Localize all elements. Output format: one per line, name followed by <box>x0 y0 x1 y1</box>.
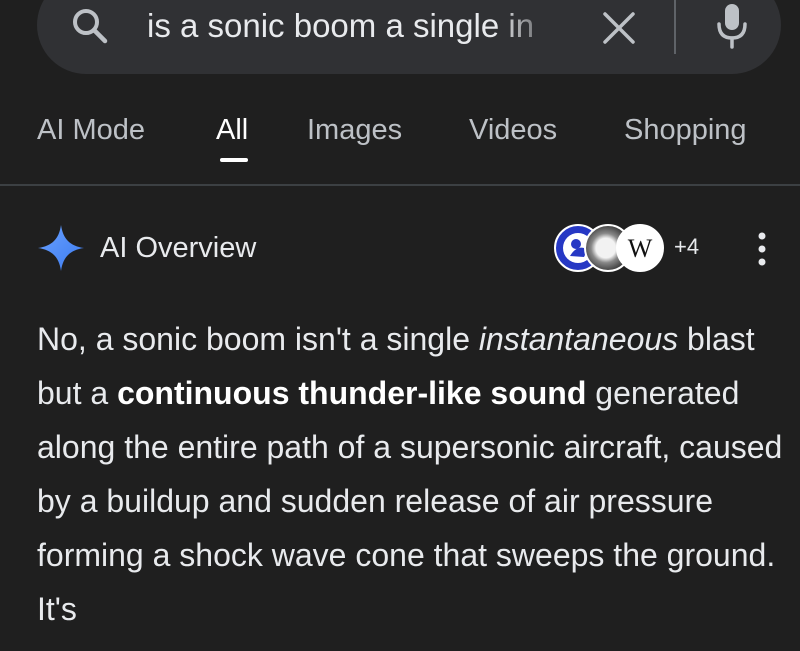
more-vert-icon[interactable] <box>752 230 772 270</box>
answer-bold: continuous thunder-like sound <box>117 375 587 411</box>
svg-text:W: W <box>628 234 653 263</box>
search-bar[interactable]: is a sonic boom a single in <box>37 0 781 74</box>
wikipedia-icon[interactable]: W <box>616 224 664 272</box>
active-tab-indicator <box>220 158 248 162</box>
ai-overview-header: AI Overview W +4 <box>0 215 800 285</box>
answer-italic: instantaneous <box>478 321 679 357</box>
search-divider <box>674 0 676 54</box>
tab-images[interactable]: Images <box>307 110 402 150</box>
source-avatars[interactable]: W +4 <box>554 224 724 272</box>
tabs-divider <box>0 184 800 186</box>
answer-text-1: No, a sonic boom isn't a single <box>37 321 479 357</box>
tab-all[interactable]: All <box>216 110 248 150</box>
tab-videos[interactable]: Videos <box>469 110 557 150</box>
tab-shopping[interactable]: Shopping <box>624 110 747 150</box>
answer-text-3: generated along the entire path of a sup… <box>37 375 783 627</box>
close-icon[interactable] <box>599 8 639 48</box>
search-text-fade <box>497 6 567 46</box>
microphone-icon[interactable] <box>712 0 752 50</box>
ai-overview-title: AI Overview <box>100 232 257 264</box>
ai-overview-answer: No, a sonic boom isn't a single instanta… <box>37 312 787 636</box>
more-sources-count[interactable]: +4 <box>674 232 699 262</box>
search-tabs: AI Mode All Images Videos Shopping <box>0 100 800 184</box>
tab-ai-mode[interactable]: AI Mode <box>37 110 145 150</box>
sparkle-icon <box>38 225 84 271</box>
search-icon[interactable] <box>68 4 112 48</box>
